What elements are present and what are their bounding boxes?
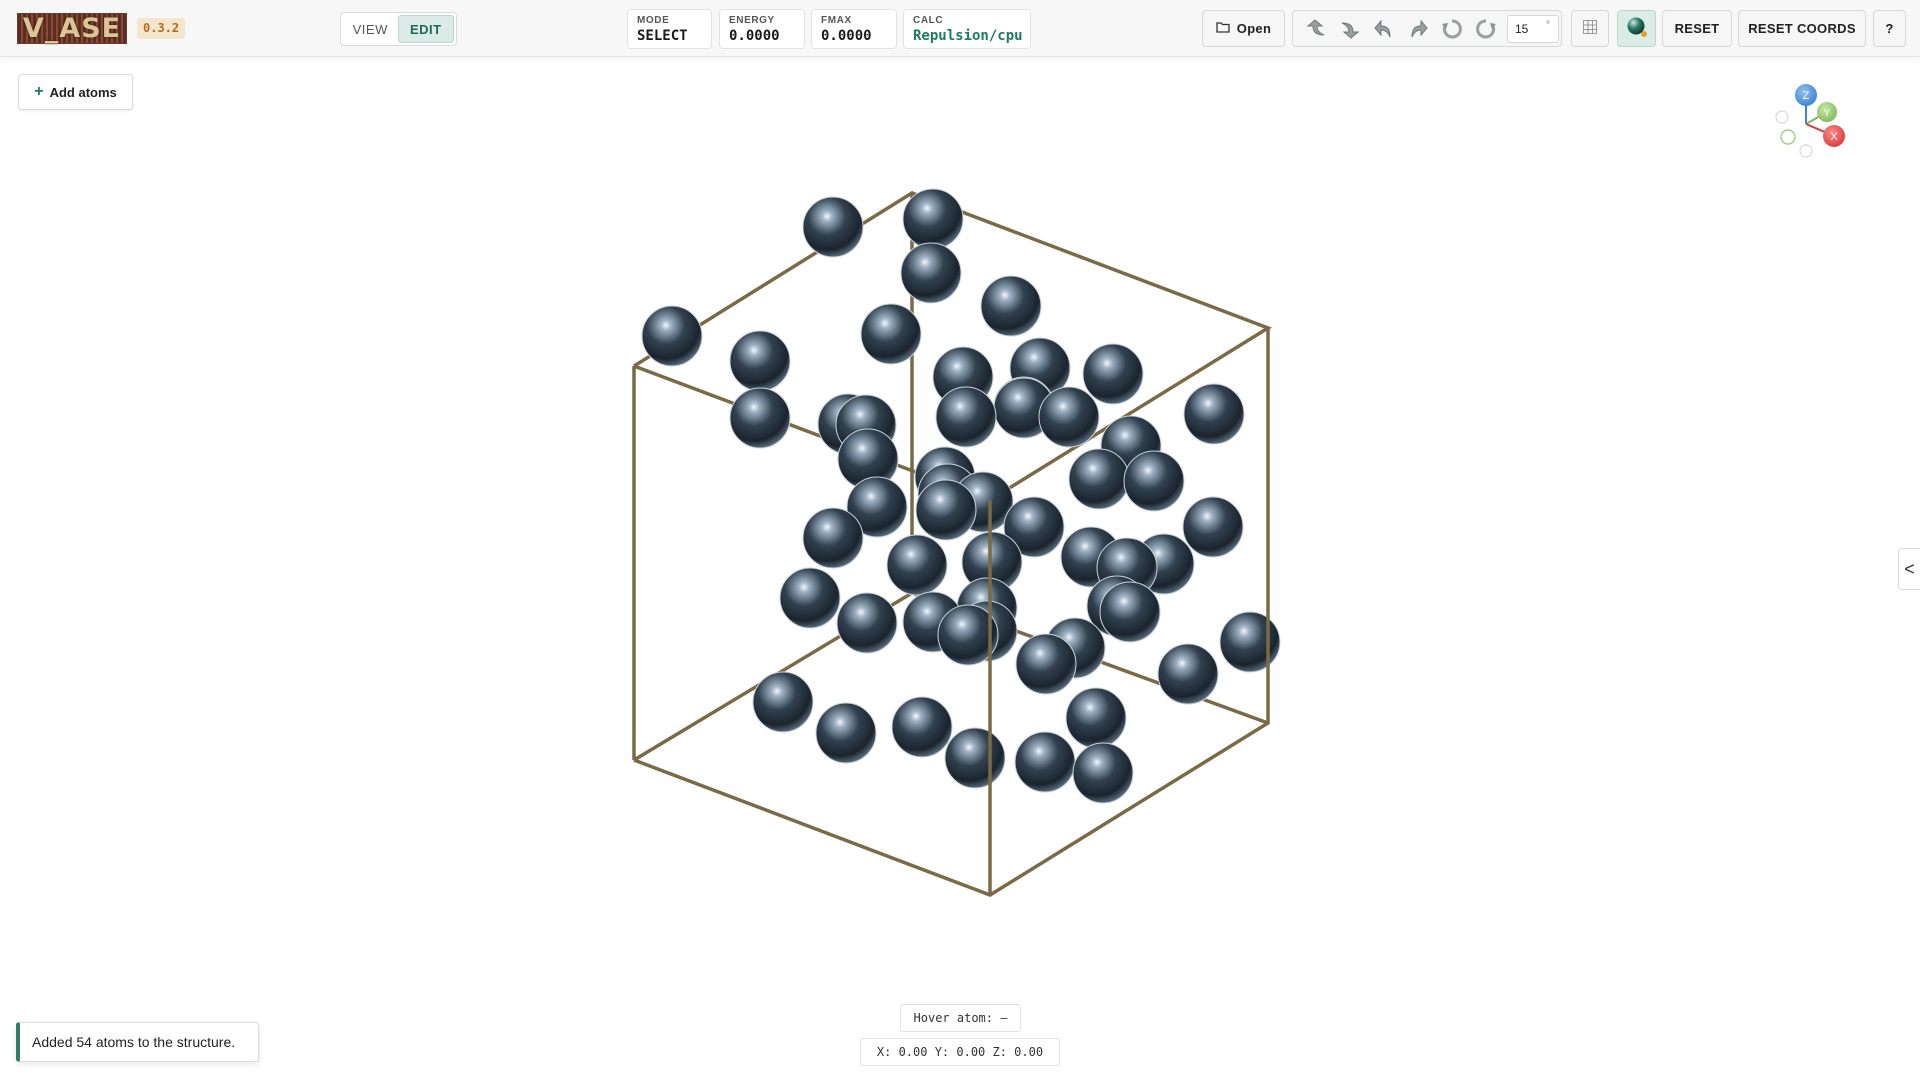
axes-gizmo[interactable]: Z Y X	[1775, 84, 1845, 158]
version-badge: 0.3.2	[137, 18, 186, 39]
x-axis-label: X	[1830, 131, 1838, 143]
notification-toast: Added 54 atoms to the structure.	[16, 1022, 259, 1062]
neg-x-axis-dot	[1799, 144, 1813, 158]
calc-stat-value: Repulsion/cpu	[913, 28, 1023, 44]
rotate-cw-icon[interactable]	[1469, 14, 1503, 44]
side-panel-toggle[interactable]: <	[1898, 548, 1920, 590]
atom-sphere[interactable]	[815, 702, 877, 764]
atom-sphere[interactable]	[1157, 643, 1219, 705]
calc-stat-label: CALC	[913, 15, 944, 26]
fmax-stat-label: FMAX	[821, 15, 852, 26]
atom-sphere[interactable]	[935, 386, 997, 448]
atom-sphere[interactable]	[1068, 448, 1130, 510]
atom-sphere[interactable]	[980, 275, 1042, 337]
reset-button[interactable]: RESET	[1662, 10, 1732, 47]
fmax-stat-value: 0.0000	[821, 28, 872, 44]
neg-y-axis-dot	[1780, 129, 1796, 145]
reset-coords-button[interactable]: RESET COORDS	[1738, 10, 1866, 47]
rotate-up-icon[interactable]	[1299, 14, 1333, 44]
neg-z-axis-dot	[1775, 110, 1789, 124]
sphere-icon	[1626, 16, 1648, 41]
z-axis-label: Z	[1803, 90, 1810, 102]
atom-sphere[interactable]	[1219, 611, 1281, 673]
atom-sphere[interactable]	[900, 242, 962, 304]
atom-sphere[interactable]	[886, 534, 948, 596]
atom-sphere[interactable]	[944, 727, 1006, 789]
atom-sphere[interactable]	[729, 330, 791, 392]
y-axis-label: Y	[1824, 108, 1831, 119]
atom-sphere[interactable]	[1123, 450, 1185, 512]
folder-icon	[1216, 21, 1230, 36]
atom-sphere[interactable]	[915, 479, 977, 541]
mode-toggle: VIEW EDIT	[340, 12, 457, 46]
atom-sphere[interactable]	[802, 507, 864, 569]
atom-sphere[interactable]	[860, 303, 922, 365]
structure-viewport[interactable]: Z Y X	[0, 58, 1920, 1080]
atom-sphere[interactable]	[1183, 383, 1245, 445]
mode-stat: MODE SELECT	[627, 9, 712, 49]
rotation-controls: 15 °	[1292, 10, 1562, 47]
cell-toggle-button[interactable]	[1571, 10, 1609, 47]
top-toolbar: V_ASE 0.3.2 VIEW EDIT MODE SELECT ENERGY…	[0, 0, 1920, 57]
atom-sphere[interactable]	[1038, 386, 1100, 448]
atom-sphere[interactable]	[641, 305, 703, 367]
atom-sphere[interactable]	[836, 592, 898, 654]
view-mode-button[interactable]: VIEW	[343, 15, 398, 43]
atom-sphere[interactable]	[1182, 496, 1244, 558]
atom-sphere[interactable]	[779, 567, 841, 629]
render-style-button[interactable]	[1617, 10, 1656, 47]
energy-stat-value: 0.0000	[729, 28, 780, 44]
help-button[interactable]: ?	[1873, 10, 1906, 47]
energy-stat: ENERGY 0.0000	[719, 9, 805, 49]
atom-sphere[interactable]	[1014, 731, 1076, 793]
rotate-down-icon[interactable]	[1333, 14, 1367, 44]
open-button[interactable]: Open	[1202, 10, 1285, 47]
rotate-right-icon[interactable]	[1401, 14, 1435, 44]
atoms-group	[641, 188, 1281, 804]
atom-sphere[interactable]	[802, 196, 864, 258]
mode-stat-label: MODE	[637, 15, 670, 26]
open-button-label: Open	[1236, 21, 1272, 36]
energy-stat-label: ENERGY	[729, 15, 775, 26]
atom-sphere[interactable]	[1065, 687, 1127, 749]
rotate-left-icon[interactable]	[1367, 14, 1401, 44]
atom-sphere[interactable]	[902, 188, 964, 250]
grid-icon	[1582, 19, 1598, 38]
rotation-step-value: 15	[1515, 21, 1529, 36]
atom-sphere[interactable]	[1099, 581, 1161, 643]
app-logo: V_ASE	[17, 13, 127, 44]
atom-sphere[interactable]	[891, 696, 953, 758]
hover-atom-readout: Hover atom: –	[900, 1004, 1021, 1032]
atom-sphere[interactable]	[752, 671, 814, 733]
atom-sphere[interactable]	[1015, 633, 1077, 695]
edit-mode-button[interactable]: EDIT	[397, 15, 454, 43]
mode-stat-value: SELECT	[637, 28, 688, 44]
rotation-step-unit: °	[1546, 19, 1550, 31]
atom-sphere[interactable]	[729, 387, 791, 449]
logo-text: V_ASE	[22, 13, 122, 44]
fmax-stat: FMAX 0.0000	[811, 9, 897, 49]
calc-stat: CALC Repulsion/cpu	[903, 9, 1031, 49]
rotation-step-input[interactable]: 15 °	[1507, 14, 1559, 43]
atom-sphere[interactable]	[1072, 742, 1134, 804]
rotate-ccw-icon[interactable]	[1435, 14, 1469, 44]
atom-sphere[interactable]	[1082, 343, 1144, 405]
cursor-coords-readout: X: 0.00 Y: 0.00 Z: 0.00	[860, 1038, 1060, 1066]
